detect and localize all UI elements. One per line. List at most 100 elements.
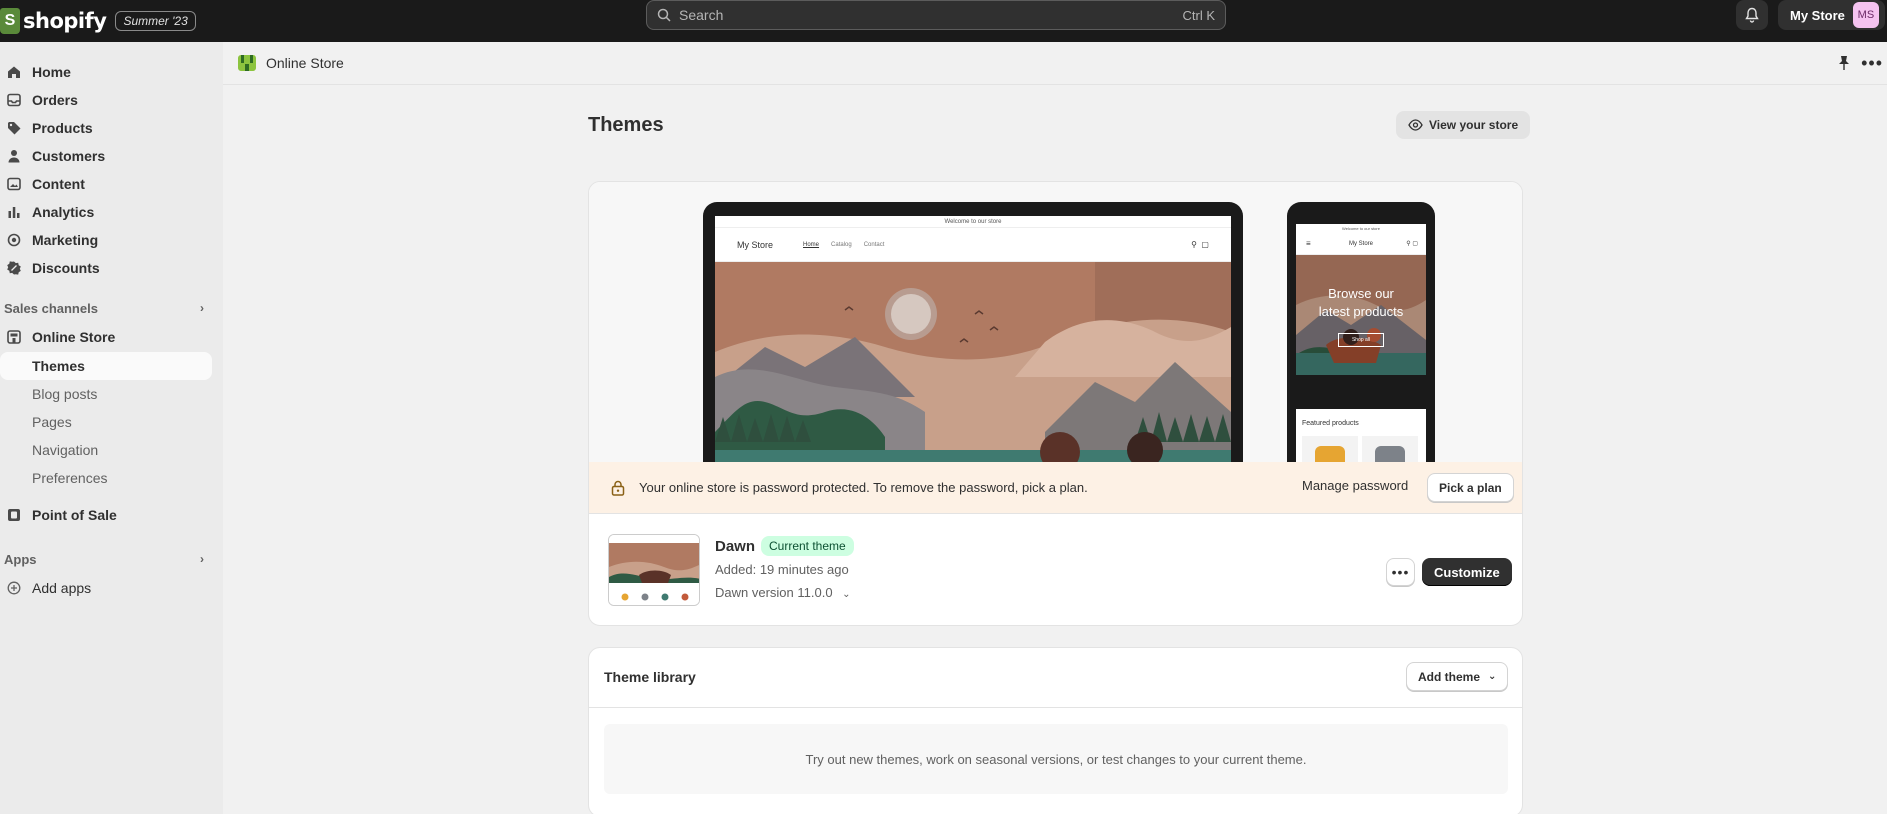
mobile-store-logo-text: My Store [1348,240,1373,247]
mobile-screen: Welcome to our store ≡ My Store ⚲ ▢ Brow… [1296,224,1426,462]
sidebar-item-preferences[interactable]: Preferences [0,464,212,492]
sidebar-item-label: Orders [32,92,78,108]
mobile-hero-text: Browse our latest products [1296,285,1426,321]
channel-title: Online Store [266,55,344,71]
sidebar-item-home[interactable]: Home [0,58,212,86]
hamburger-icon: ≡ [1306,239,1311,248]
theme-library-card: Theme library Add theme ⌄ Try out new th… [588,647,1523,814]
product-tile [1362,436,1418,462]
sidebar-item-marketing[interactable]: Marketing [0,226,212,254]
current-theme-row: Dawn Current theme Added: 19 minutes ago… [589,514,1522,625]
sidebar-item-customers[interactable]: Customers [0,142,212,170]
mobile-hero: Browse our latest products Shop all [1296,255,1426,375]
pin-icon[interactable] [1837,55,1851,71]
customize-button[interactable]: Customize [1422,558,1512,586]
apps-header[interactable]: Apps › [4,547,204,571]
search-input[interactable]: Search Ctrl K [646,0,1226,30]
manage-password-link[interactable]: Manage password [1302,478,1408,493]
mobile-preview: Welcome to our store ≡ My Store ⚲ ▢ Brow… [1287,202,1435,462]
view-store-button[interactable]: View your store [1396,111,1531,139]
notifications-button[interactable] [1736,0,1768,30]
nav-link: Contact [863,241,885,248]
sidebar-item-label: Add apps [32,580,92,596]
sidebar-item-pages[interactable]: Pages [0,408,212,436]
channel-header: Online Store ••• [223,42,1887,85]
person-icon [6,148,22,164]
theme-library-empty-state: Try out new themes, work on seasonal ver… [604,724,1508,794]
chevron-right-icon: › [200,552,204,566]
search-placeholder: Search [679,7,724,23]
theme-library-header: Theme library Add theme ⌄ [589,648,1522,708]
sidebar-item-products[interactable]: Products [0,114,212,142]
sales-channels-header[interactable]: Sales channels › [4,296,204,320]
sidebar-item-point-of-sale[interactable]: Point of Sale [0,501,212,529]
online-store-icon [238,55,256,71]
store-name: My Store [1790,7,1845,23]
brand-wordmark: shopify [23,9,107,33]
tag-icon [6,120,22,136]
main-content: Online Store ••• Themes View your store … [223,42,1887,814]
shopify-bag-icon: S [0,8,20,34]
store-nav: My Store Home Catalog Contact ⚲ ▢ [715,228,1231,262]
theme-thumbnail[interactable] [608,534,700,606]
shopify-logo[interactable]: S shopify [0,0,107,42]
sidebar-item-online-store[interactable]: Online Store [0,323,212,351]
sidebar-item-label: Blog posts [32,386,98,402]
avatar: MS [1852,2,1879,28]
password-banner: Your online store is password protected.… [589,462,1522,514]
sidebar-item-label: Preferences [32,470,108,486]
nav-link: Catalog [831,241,852,248]
theme-preview: Welcome to our store My Store Home Catal… [589,182,1522,462]
sidebar-item-themes[interactable]: Themes [0,352,212,380]
theme-more-actions-button[interactable]: ••• [1386,558,1415,586]
sidebar-item-discounts[interactable]: Discounts [0,254,212,282]
chevron-right-icon: › [200,301,204,315]
desktop-preview: Welcome to our store My Store Home Catal… [703,202,1243,462]
mobile-featured-label: Featured products [1302,420,1359,427]
theme-library-title: Theme library [604,669,696,685]
content-icon [6,176,22,192]
sidebar-item-analytics[interactable]: Analytics [0,198,212,226]
edition-badge[interactable]: Summer '23 [115,11,196,31]
mobile-divider [1296,375,1426,409]
target-icon [6,232,22,248]
sidebar-item-label: Analytics [32,204,95,220]
nav-link: Home [803,241,820,248]
home-icon [6,64,22,80]
store-nav-icons: ⚲ ▢ [1191,240,1209,249]
pick-plan-button[interactable]: Pick a plan [1427,473,1514,502]
store-icon [6,329,22,345]
mobile-hero-line: Browse our [1328,286,1394,301]
sales-channels-label: Sales channels [4,300,98,316]
sidebar-item-label: Customers [32,148,106,164]
page-title: Themes [588,114,664,136]
mobile-announcement-bar: Welcome to our store [1342,226,1380,231]
theme-added-time: Added: 19 minutes ago [715,562,849,577]
bar-chart-icon [6,204,22,220]
add-theme-button[interactable]: Add theme ⌄ [1406,662,1509,691]
search-shortcut: Ctrl K [1182,7,1216,23]
top-bar: S shopify Summer '23 Search Ctrl K My St… [0,0,1887,42]
search-icon [657,8,671,22]
sidebar-item-blog-posts[interactable]: Blog posts [0,380,212,408]
product-tile [1302,436,1358,462]
sidebar-item-label: Point of Sale [32,507,117,523]
bell-icon [1745,7,1759,23]
mobile-store-nav: ≡ My Store ⚲ ▢ [1296,233,1426,255]
theme-version-toggle[interactable]: Dawn version 11.0.0 ⌄ [715,585,851,600]
store-logo-text: My Store [737,239,774,250]
more-actions-icon[interactable]: ••• [1861,53,1883,74]
sidebar-item-label: Online Store [32,329,116,345]
sidebar-item-label: Home [32,64,71,80]
sidebar-item-add-apps[interactable]: Add apps [0,574,212,602]
add-theme-label: Add theme [1418,669,1481,684]
sidebar-item-navigation[interactable]: Navigation [0,436,212,464]
current-theme-badge: Current theme [761,536,854,556]
discount-icon [6,260,22,276]
lock-icon [611,480,625,496]
sidebar-item-content[interactable]: Content [0,170,212,198]
plus-circle-icon [6,580,22,596]
store-menu-button[interactable]: My Store MS [1778,0,1885,30]
sidebar-item-orders[interactable]: Orders [0,86,212,114]
sidebar-item-label: Navigation [32,442,99,458]
